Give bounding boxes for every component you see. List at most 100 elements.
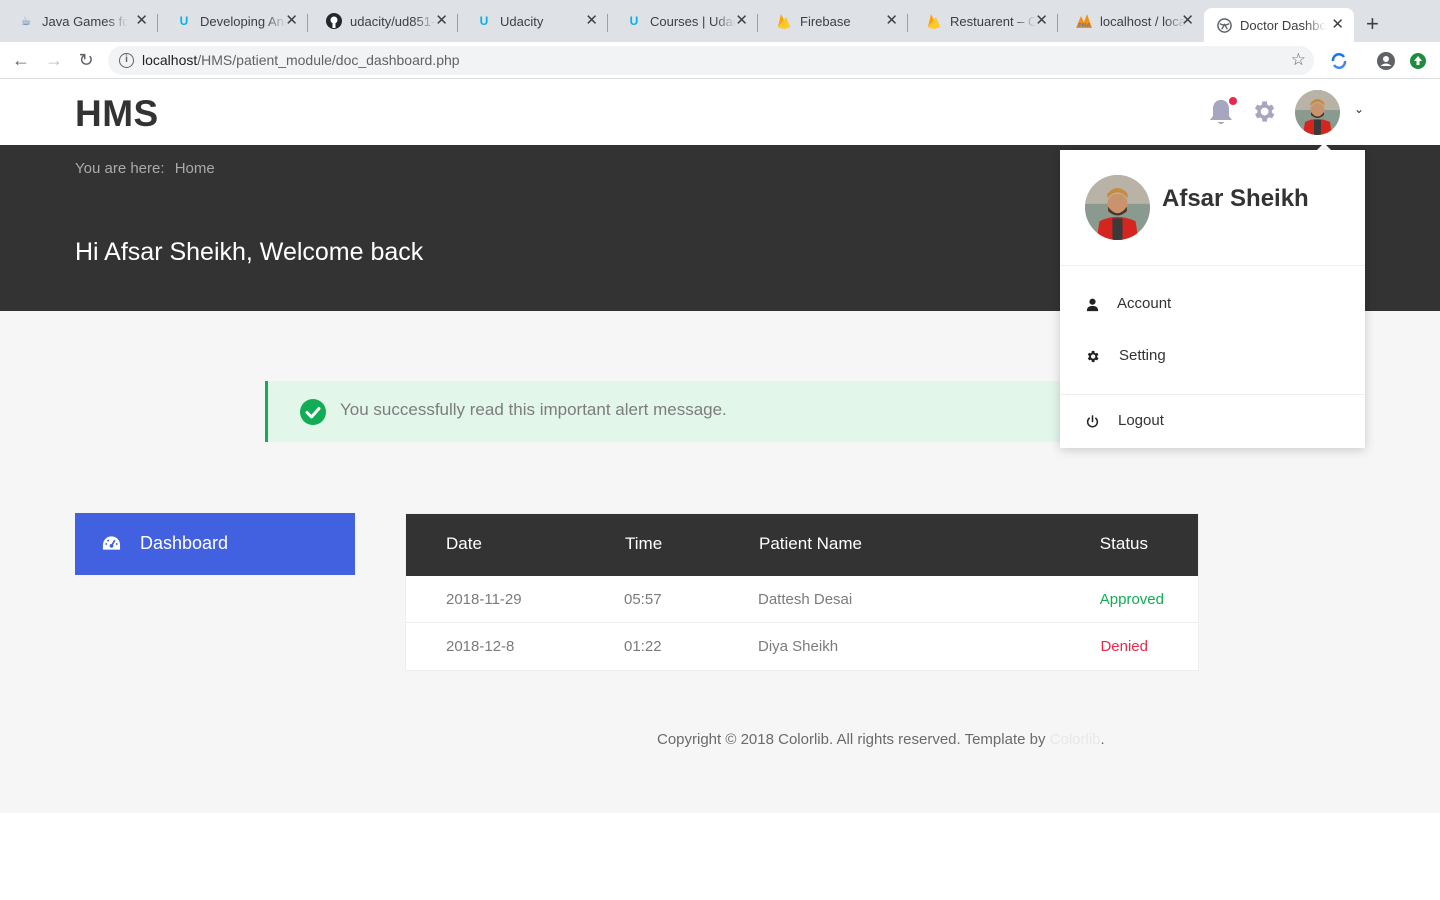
back-arrow-icon[interactable]: ← <box>10 50 32 70</box>
menu-item-logout[interactable]: Logout <box>1060 402 1365 442</box>
udacity-icon: U <box>479 14 489 28</box>
page: HMS ⌄ You are here: Home Hi Afsar Sheikh… <box>0 80 1440 900</box>
divider <box>1060 394 1365 395</box>
cell-time: 01:22 <box>624 638 662 655</box>
close-icon[interactable]: ✕ <box>1331 17 1344 32</box>
tab-title: Developing And <box>200 13 286 29</box>
url-text[interactable]: localhost/HMS/patient_module/doc_dashboa… <box>142 52 460 68</box>
table-header: Date Time Patient Name Status <box>406 514 1198 576</box>
cell-date: 2018-12-8 <box>446 638 515 655</box>
globe-icon <box>1216 17 1232 33</box>
column-header-status: Status <box>1099 534 1148 553</box>
cell-patient: Diya Sheikh <box>758 638 839 655</box>
browser-toolbar: ← → ↻ i localhost/HMS/patient_module/doc… <box>0 42 1440 79</box>
close-icon[interactable]: ✕ <box>585 13 598 28</box>
tab-title: Restuarent – O <box>950 13 1036 29</box>
browser-tab[interactable]: ☕ Java Games for ✕ <box>0 0 158 42</box>
profile-icon[interactable] <box>1376 51 1396 71</box>
sidebar-item-dashboard[interactable]: Dashboard <box>75 513 355 575</box>
tab-title: Udacity <box>500 13 544 29</box>
menu-item-account[interactable]: Account <box>1060 285 1365 325</box>
cell-date: 2018-11-29 <box>446 591 522 608</box>
power-icon <box>1086 415 1099 428</box>
svg-text:PMA: PMA <box>1078 23 1091 28</box>
browser-tab[interactable]: Restuarent – O ✕ <box>908 0 1058 42</box>
sidebar-item-label: Dashboard <box>140 533 229 553</box>
status-badge: Denied <box>1100 638 1148 655</box>
gear-icon <box>1087 350 1099 363</box>
forward-arrow-icon[interactable]: → <box>43 50 65 70</box>
close-icon[interactable]: ✕ <box>135 13 148 28</box>
dropdown-user-name: Afsar Sheikh <box>1162 185 1309 212</box>
settings-gear-icon[interactable] <box>1250 98 1277 125</box>
address-bar[interactable]: i localhost/HMS/patient_module/doc_dashb… <box>108 46 1314 75</box>
browser-tab[interactable]: Firebase ✕ <box>758 0 908 42</box>
table-row: 2018-12-8 01:22 Diya Sheikh Denied <box>406 623 1198 670</box>
menu-item-label: Account <box>1117 295 1172 312</box>
user-dropdown-menu: Afsar Sheikh Account Setting Logout <box>1060 150 1365 448</box>
site-logo[interactable]: HMS <box>75 93 159 135</box>
cell-patient: Dattesh Desai <box>758 591 853 608</box>
browser-tab[interactable]: U Developing And ✕ <box>158 0 308 42</box>
close-icon[interactable]: ✕ <box>1035 13 1048 28</box>
site-header: HMS ⌄ <box>0 80 1440 145</box>
browser-tab-bar: ☕ Java Games for ✕ U Developing And ✕ ud… <box>0 0 1440 42</box>
close-icon[interactable]: ✕ <box>735 13 748 28</box>
alert-message: You successfully read this important ale… <box>340 400 727 419</box>
tab-title: localhost / loca <box>1100 13 1186 29</box>
tab-title: Firebase <box>800 13 851 29</box>
check-circle-icon <box>300 399 326 425</box>
bookmark-star-icon[interactable]: ☆ <box>1291 50 1306 70</box>
reload-icon[interactable]: ↻ <box>75 50 97 70</box>
appointments-table: Date Time Patient Name Status 2018-11-29… <box>405 513 1199 671</box>
menu-item-label: Logout <box>1118 412 1164 429</box>
close-icon[interactable]: ✕ <box>885 13 898 28</box>
breadcrumb-home-link[interactable]: Home <box>175 160 215 177</box>
browser-tab[interactable]: PMA localhost / loca ✕ <box>1058 0 1204 42</box>
tab-title: Courses | Udac <box>650 13 736 29</box>
copyright-end: . <box>1100 731 1105 748</box>
udacity-icon: U <box>629 14 639 28</box>
update-icon[interactable] <box>1408 51 1428 71</box>
java-icon: ☕ <box>20 14 32 28</box>
user-avatar[interactable] <box>1295 90 1340 135</box>
tab-title: Java Games for <box>42 13 128 29</box>
udacity-icon: U <box>179 14 189 28</box>
success-alert: You successfully read this important ale… <box>265 381 1105 442</box>
user-icon <box>1086 298 1099 312</box>
table-row: 2018-11-29 05:57 Dattesh Desai Approved <box>406 576 1198 623</box>
sync-extension-icon[interactable] <box>1329 51 1349 71</box>
footer-copyright: Copyright © 2018 Colorlib. All rights re… <box>657 731 1105 748</box>
divider <box>1060 265 1365 266</box>
breadcrumb: You are here: Home <box>75 160 221 177</box>
column-header-date: Date <box>446 534 482 553</box>
cell-time: 05:57 <box>624 591 662 608</box>
url-path: /HMS/patient_module/doc_dashboard.php <box>197 52 460 68</box>
tab-title: Doctor Dashbo <box>1240 17 1326 33</box>
info-icon[interactable]: i <box>119 53 134 68</box>
firebase-icon <box>926 13 942 29</box>
colorlib-link[interactable]: Colorlib <box>1050 731 1101 748</box>
notification-dot <box>1229 97 1237 105</box>
dashboard-gauge-icon <box>102 536 121 550</box>
column-header-patient: Patient Name <box>759 534 862 553</box>
dropdown-avatar <box>1085 175 1150 240</box>
firebase-icon <box>776 13 792 29</box>
close-icon[interactable]: ✕ <box>1181 13 1194 28</box>
status-badge: Approved <box>1099 591 1164 608</box>
phpmyadmin-icon: PMA <box>1076 13 1092 29</box>
url-host: localhost <box>142 52 198 68</box>
browser-tab-active[interactable]: Doctor Dashbo ✕ <box>1204 8 1354 42</box>
menu-item-label: Setting <box>1119 347 1166 364</box>
column-header-time: Time <box>625 534 663 553</box>
menu-item-setting[interactable]: Setting <box>1060 337 1365 377</box>
browser-tab[interactable]: U Udacity ✕ <box>458 0 608 42</box>
browser-tab[interactable]: udacity/ud851- ✕ <box>308 0 458 42</box>
github-icon <box>326 13 342 29</box>
close-icon[interactable]: ✕ <box>435 13 448 28</box>
tab-title: udacity/ud851- <box>350 13 436 29</box>
browser-tab[interactable]: U Courses | Udac ✕ <box>608 0 758 42</box>
new-tab-button[interactable]: + <box>1366 11 1379 37</box>
chevron-down-icon[interactable]: ⌄ <box>1354 102 1364 116</box>
close-icon[interactable]: ✕ <box>285 13 298 28</box>
